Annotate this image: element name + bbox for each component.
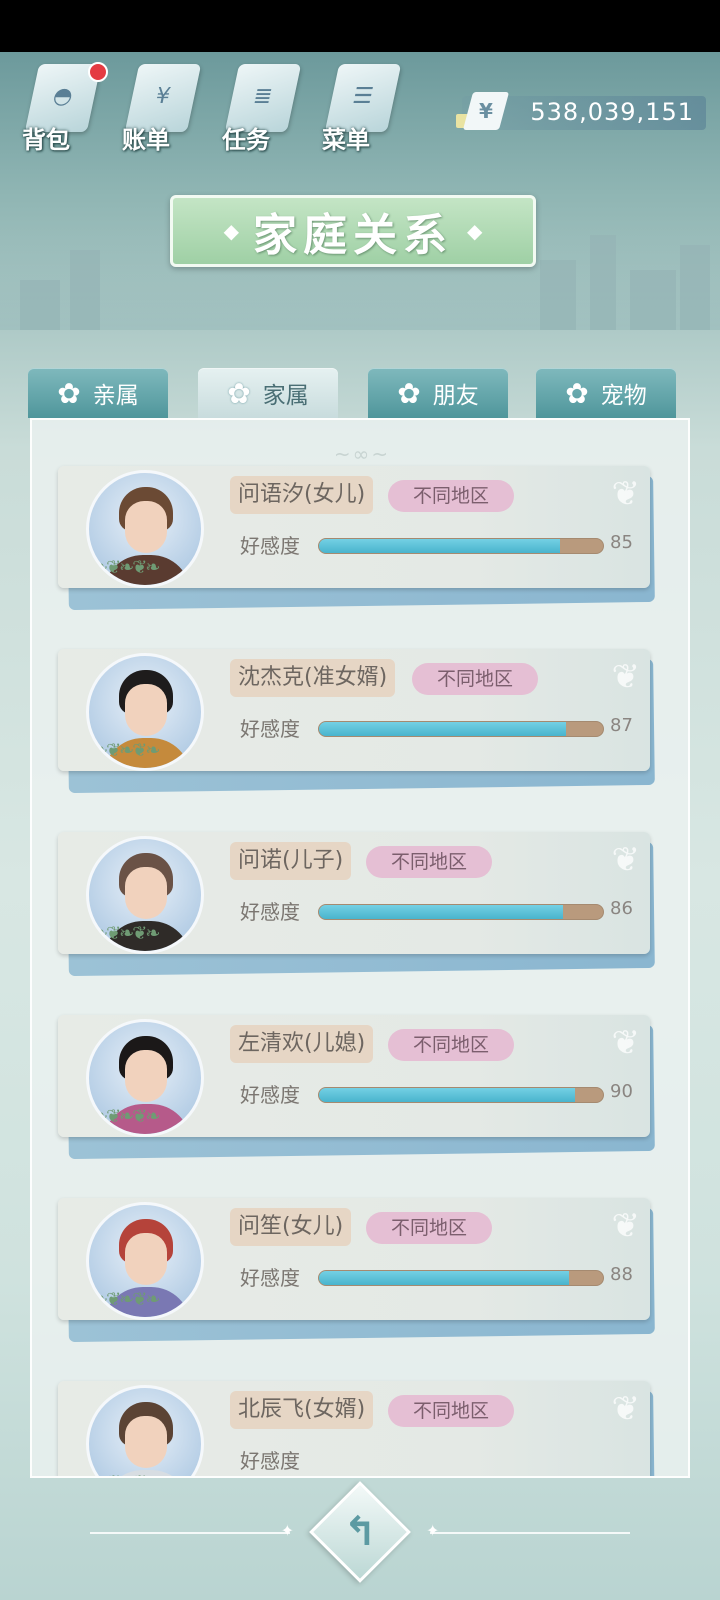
page-title-banner: ◆ 家庭关系 ◆ [170,195,536,267]
task-label: 任务 [222,126,270,154]
bag-button[interactable]: ◓ 背包 [18,58,114,158]
favor-label: 好感度 [240,717,300,741]
yen-icon: ¥ [462,92,510,130]
tab-family[interactable]: ✿ 家属 [198,368,338,418]
bill-icon: ¥ [153,83,173,109]
bill-label: 账单 [122,126,170,154]
floral-corner-icon: ❦ [611,1023,641,1063]
member-name: 沈杰克(准女婿) [230,659,396,697]
favor-bar-fill [319,1088,575,1102]
avatar[interactable]: ❧❦❧❦❧ [86,836,204,954]
bag-icon: ◓ [50,83,76,109]
favor-value: 87 [610,715,633,736]
favor-label: 好感度 [240,1083,300,1107]
favor-label: 好感度 [240,1266,300,1290]
favor-value: 86 [610,898,633,919]
bill-button[interactable]: ¥ 账单 [118,58,214,158]
favor-bar [318,904,604,920]
tab-label: 朋友 [432,383,479,409]
top-menu: ◓ 背包 ¥ 账单 ≣ 任务 ☰ 菜单 [18,58,438,158]
floral-corner-icon: ❦ [611,1206,641,1246]
leaf-wreath-icon: ❧❦❧❦❧ [93,740,160,761]
favor-value: 90 [610,1081,633,1102]
floral-corner-icon: ❦ [611,1389,641,1429]
task-icon: ≣ [251,83,275,109]
member-card[interactable]: ❦ ❧❦❧❦❧ 沈杰克(准女婿) 不同地区 好感度 87 [58,649,655,794]
tab-relatives[interactable]: ✿ 亲属 [28,368,168,418]
favor-label: 好感度 [240,534,300,558]
relation-tabs: ✿ 亲属 ✿ 家属 ✿ 朋友 ✿ 宠物 [28,368,688,418]
notification-badge [88,62,108,82]
avatar[interactable]: ❧❦❧❦❧ [86,1019,204,1137]
floral-corner-icon: ❦ [611,657,641,697]
currency-display: ¥ 538,039,151 [456,92,706,130]
menu-button[interactable]: ☰ 菜单 [318,58,414,158]
floral-corner-icon: ❦ [611,840,641,880]
avatar[interactable]: ❧❦❧❦❧ [86,1385,204,1476]
return-arrow-icon: ↰ [343,1509,377,1555]
favor-label: 好感度 [240,1449,300,1473]
favor-bar-fill [319,1271,569,1285]
member-card[interactable]: ❦ ❧❦❧❦❧ 问语汐(女儿) 不同地区 好感度 85 [58,466,655,611]
favor-bar-fill [319,539,561,553]
region-badge: 不同地区 [388,480,514,512]
avatar[interactable]: ❧❦❧❦❧ [86,653,204,771]
back-button[interactable]: ↰ [308,1480,412,1584]
flower-icon: ✿ [57,376,81,410]
member-card[interactable]: ❦ ❧❦❧❦❧ 北辰飞(女婿) 不同地区 好感度 [58,1381,655,1476]
member-card[interactable]: ❦ ❧❦❧❦❧ 左清欢(儿媳) 不同地区 好感度 90 [58,1015,655,1160]
avatar[interactable]: ❧❦❧❦❧ [86,1202,204,1320]
tab-label: 家属 [262,383,309,409]
favor-bar-fill [319,905,564,919]
tab-friends[interactable]: ✿ 朋友 [368,368,508,418]
flower-icon: ✿ [227,376,251,410]
member-name: 左清欢(儿媳) [230,1025,374,1063]
favor-value: 85 [610,532,633,553]
leaf-wreath-icon: ❧❦❧❦❧ [93,1106,160,1127]
member-name: 问语汐(女儿) [230,476,374,514]
status-bar [0,0,720,52]
favor-value: 88 [610,1264,633,1285]
member-name: 北辰飞(女婿) [230,1391,374,1429]
diamond-icon: ◆ [223,219,239,243]
avatar[interactable]: ❧❦❧❦❧ [86,470,204,588]
floral-corner-icon: ❦ [611,474,641,514]
task-button[interactable]: ≣ 任务 [218,58,314,158]
diamond-icon: ◆ [467,219,483,243]
divider-right [426,1521,630,1540]
page-title: 家庭关系 [253,210,453,261]
leaf-wreath-icon: ❧❦❧❦❧ [93,1289,160,1310]
family-list-panel[interactable]: ~∞~ ❦ ❧❦❧❦❧ 问语汐(女儿) 不同地区 好感度 85 ❦ ❧❦❧❦❧ … [30,418,690,1478]
currency-amount: 538,039,151 [530,98,694,126]
favor-label: 好感度 [240,900,300,924]
flower-icon: ✿ [397,376,421,410]
region-badge: 不同地区 [388,1395,514,1427]
member-card[interactable]: ❦ ❧❦❧❦❧ 问诺(儿子) 不同地区 好感度 86 [58,832,655,977]
tab-pets[interactable]: ✿ 宠物 [536,368,676,418]
favor-bar-fill [319,722,567,736]
flower-icon: ✿ [565,376,589,410]
tab-label: 亲属 [92,383,139,409]
region-badge: 不同地区 [388,1029,514,1061]
member-name: 问诺(儿子) [230,842,352,880]
region-badge: 不同地区 [366,846,492,878]
leaf-wreath-icon: ❧❦❧❦❧ [93,557,160,578]
member-name: 问笙(女儿) [230,1208,352,1246]
region-badge: 不同地区 [366,1212,492,1244]
region-badge: 不同地区 [412,663,538,695]
leaf-wreath-icon: ❧❦❧❦❧ [93,923,160,944]
divider-left [90,1521,294,1540]
favor-bar [318,1270,604,1286]
member-card[interactable]: ❦ ❧❦❧❦❧ 问笙(女儿) 不同地区 好感度 88 [58,1198,655,1343]
bag-label: 背包 [22,126,70,154]
favor-bar [318,538,604,554]
favor-bar [318,721,604,737]
ornament-icon: ~∞~ [333,442,391,466]
leaf-wreath-icon: ❧❦❧❦❧ [93,1472,160,1476]
menu-icon: ☰ [350,83,376,109]
menu-label: 菜单 [322,126,370,154]
favor-bar [318,1087,604,1103]
tab-label: 宠物 [600,383,647,409]
